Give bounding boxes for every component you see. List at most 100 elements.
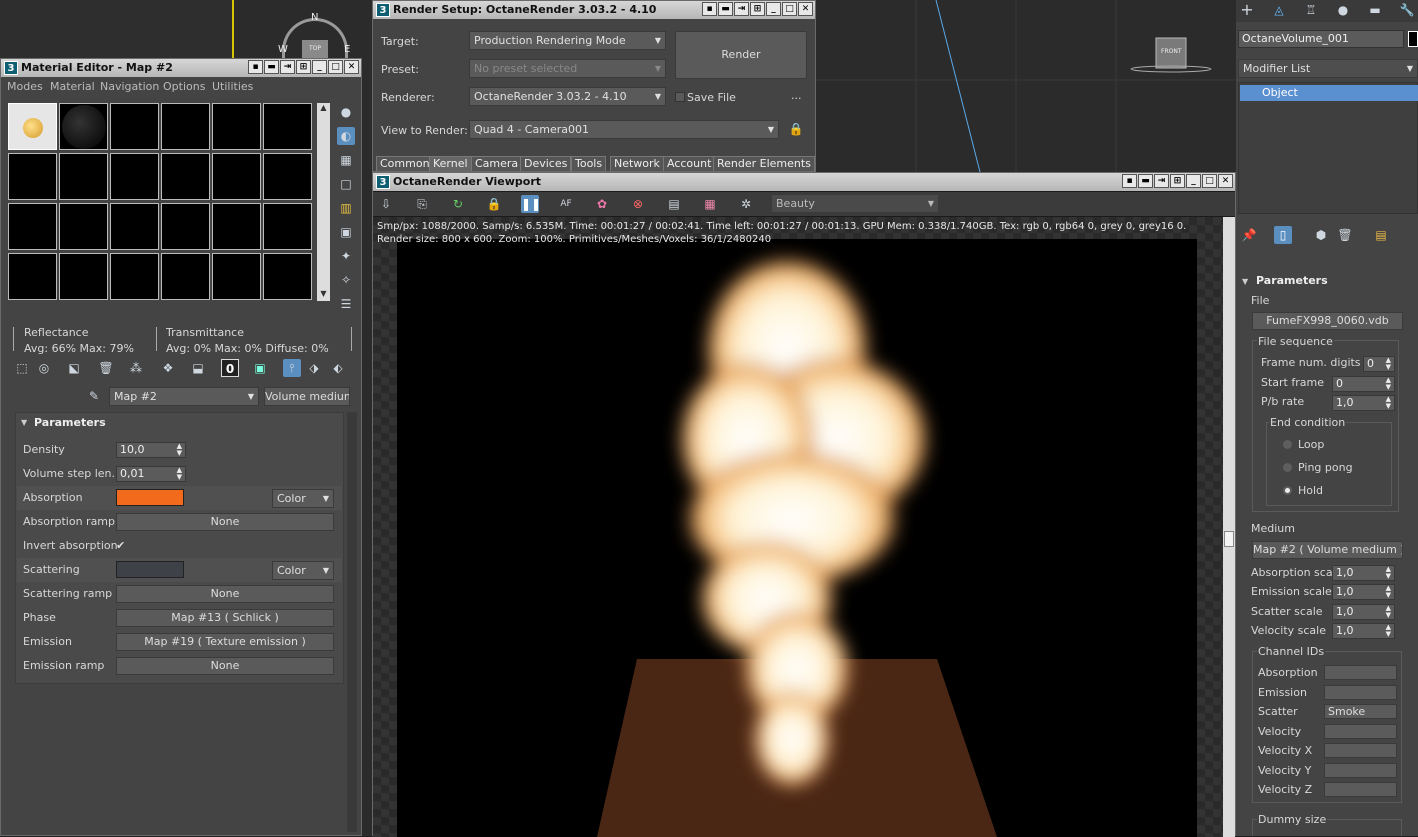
view-to-render-dropdown[interactable]: Quad 4 - Camera001 ▼ xyxy=(469,120,779,139)
save-file-checkbox[interactable] xyxy=(675,92,685,102)
scatter-scale-spinner[interactable]: 1,0 ▲ ▼ xyxy=(1332,604,1395,620)
restart-render-icon[interactable]: ↻ xyxy=(449,195,467,213)
put-to-library-icon[interactable]: ❖ xyxy=(159,359,177,377)
density-spinner[interactable]: 10,0 ▲ ▼ xyxy=(116,442,186,458)
renderer-dropdown[interactable]: OctaneRender 3.03.2 - 4.10 ▼ xyxy=(469,87,666,106)
sample-slot[interactable] xyxy=(8,153,57,200)
emission-ramp-button[interactable]: None xyxy=(116,657,334,675)
scroll-thumb[interactable] xyxy=(1224,531,1234,547)
channel-absorption-field[interactable] xyxy=(1324,665,1397,680)
backlight-icon[interactable]: ◐ xyxy=(337,127,355,145)
sample-slot[interactable] xyxy=(161,153,210,200)
sample-slot-sphere-black[interactable] xyxy=(59,103,108,150)
sample-slot[interactable] xyxy=(59,253,108,300)
eyedropper-icon[interactable]: ✎ xyxy=(85,387,103,405)
tab-kernel[interactable]: Kernel xyxy=(429,156,472,171)
map-name-dropdown[interactable]: Map #2 ▼ xyxy=(109,387,259,406)
configure-sets-icon[interactable]: ▤ xyxy=(1372,226,1390,244)
sample-slot[interactable] xyxy=(110,203,159,250)
dock-icon[interactable]: ▬ xyxy=(718,2,733,16)
render-setup-window[interactable]: 3 Render Setup: OctaneRender 3.03.2 - 4.… xyxy=(372,0,816,172)
pin-icon[interactable]: ▪ xyxy=(248,60,263,74)
create-icon[interactable]: + xyxy=(1238,1,1256,19)
region-render-icon[interactable]: ⊗ xyxy=(629,195,647,213)
maximize-icon[interactable]: □ xyxy=(328,60,343,74)
render-setup-titlebar[interactable]: 3 Render Setup: OctaneRender 3.03.2 - 4.… xyxy=(373,1,815,19)
menu-options[interactable]: Options xyxy=(163,80,205,93)
sample-type-icon[interactable]: ● xyxy=(337,103,355,121)
absorption-color-swatch[interactable] xyxy=(116,489,184,506)
make-unique-icon[interactable]: ⁂ xyxy=(127,359,145,377)
octane-viewport-titlebar[interactable]: 3 OctaneRender Viewport ▪ ▬ ⇥ ⊞ _ □ ✕ xyxy=(373,173,1235,191)
channel-velocity-field[interactable] xyxy=(1324,724,1397,739)
sample-slot[interactable] xyxy=(161,103,210,150)
menu-modes[interactable]: Modes xyxy=(7,80,43,93)
sample-slot[interactable] xyxy=(8,203,57,250)
scattering-color-swatch[interactable] xyxy=(116,561,184,578)
sample-slot[interactable] xyxy=(8,253,57,300)
motion-icon[interactable]: ● xyxy=(1334,1,1352,19)
material-editor-window[interactable]: 3 Material Editor - Map #2 ▪ ▬ ⇥ ⊞ _ □ ✕… xyxy=(0,58,362,836)
material-navigator-icon[interactable]: ☰ xyxy=(337,295,355,313)
rollout-collapse-icon[interactable]: ▼ xyxy=(1242,277,1248,286)
viewport-top-left[interactable] xyxy=(0,0,234,58)
sample-slot[interactable] xyxy=(212,253,261,300)
material-editor-scrollbar[interactable] xyxy=(347,412,357,832)
autofocus-icon[interactable]: AF xyxy=(557,195,575,213)
sample-slot[interactable] xyxy=(263,103,312,150)
map-type-button[interactable]: Volume medium xyxy=(264,387,350,406)
assign-to-selection-icon[interactable]: ⬕ xyxy=(65,359,83,377)
lock-icon[interactable]: 🔒 xyxy=(787,120,805,138)
rollout-collapse-icon[interactable]: ▼ xyxy=(21,418,27,427)
viewport-scrollbar[interactable] xyxy=(1223,217,1235,837)
make-preview-icon[interactable]: ▣ xyxy=(337,223,355,241)
file-button[interactable]: FumeFX998_0060.vdb xyxy=(1252,312,1403,330)
pause-icon[interactable]: ❚❚ xyxy=(521,195,541,213)
display-icon[interactable]: ▬ xyxy=(1366,1,1384,19)
sample-slot[interactable] xyxy=(263,153,312,200)
scroll-up-icon[interactable]: ▲ xyxy=(317,103,330,115)
hierarchy-icon[interactable]: ♖ xyxy=(1302,1,1320,19)
minimize-icon[interactable]: _ xyxy=(312,60,327,74)
render-image[interactable] xyxy=(397,239,1197,837)
sample-slot[interactable] xyxy=(110,153,159,200)
object-color-swatch[interactable] xyxy=(1408,31,1418,47)
channel-velocity-y-field[interactable] xyxy=(1324,763,1397,778)
target-dropdown[interactable]: Production Rendering Mode ▼ xyxy=(469,31,666,50)
go-forward-sibling-icon[interactable]: ⬖ xyxy=(329,359,347,377)
dock-icon[interactable]: ▬ xyxy=(264,60,279,74)
radio-loop[interactable] xyxy=(1283,440,1292,449)
dock-icon[interactable]: ▬ xyxy=(1138,174,1153,188)
render-button[interactable]: Render xyxy=(675,31,807,79)
float-icon[interactable]: ⇥ xyxy=(1154,174,1169,188)
tab-devices[interactable]: Devices xyxy=(520,156,572,171)
select-by-material-icon[interactable]: ✧ xyxy=(337,271,355,289)
sample-slot[interactable] xyxy=(59,153,108,200)
render-pass-dropdown[interactable]: Beauty ▼ xyxy=(771,194,939,213)
invert-absorption-checkbox[interactable]: ✔ xyxy=(116,539,125,552)
maximize-icon[interactable]: □ xyxy=(1202,174,1217,188)
sample-slot[interactable] xyxy=(59,203,108,250)
tab-camera[interactable]: Camera xyxy=(471,156,523,171)
channel-velocity-z-field[interactable] xyxy=(1324,782,1397,797)
absorption-scale-spinner[interactable]: 1,0 ▲ ▼ xyxy=(1332,565,1395,581)
menu-navigation[interactable]: Navigation xyxy=(100,80,159,93)
tab-common[interactable]: Common xyxy=(376,156,434,171)
slots-scrollbar[interactable]: ▲ ▼ xyxy=(317,103,330,301)
tab-network[interactable]: Network xyxy=(610,156,664,171)
sample-slot[interactable] xyxy=(110,253,159,300)
sample-slot[interactable] xyxy=(110,103,159,150)
sample-slot[interactable] xyxy=(263,253,312,300)
float-icon[interactable]: ⇥ xyxy=(734,2,749,16)
emission-button[interactable]: Map #19 ( Texture emission ) xyxy=(116,633,334,651)
settings-icon[interactable]: ⊞ xyxy=(750,2,765,16)
absorption-mode-dropdown[interactable]: Color ▼ xyxy=(272,489,334,508)
scattering-mode-dropdown[interactable]: Color ▼ xyxy=(272,561,334,580)
channel-velocity-x-field[interactable] xyxy=(1324,743,1397,758)
settings-icon[interactable]: ⊞ xyxy=(296,60,311,74)
tab-tools[interactable]: Tools xyxy=(571,156,607,171)
settings-icon[interactable]: ✲ xyxy=(737,195,755,213)
uv-tiling-icon[interactable]: □ xyxy=(337,175,355,193)
tab-account[interactable]: Account xyxy=(663,156,716,171)
make-unique-icon[interactable]: ⬢ xyxy=(1312,226,1330,244)
